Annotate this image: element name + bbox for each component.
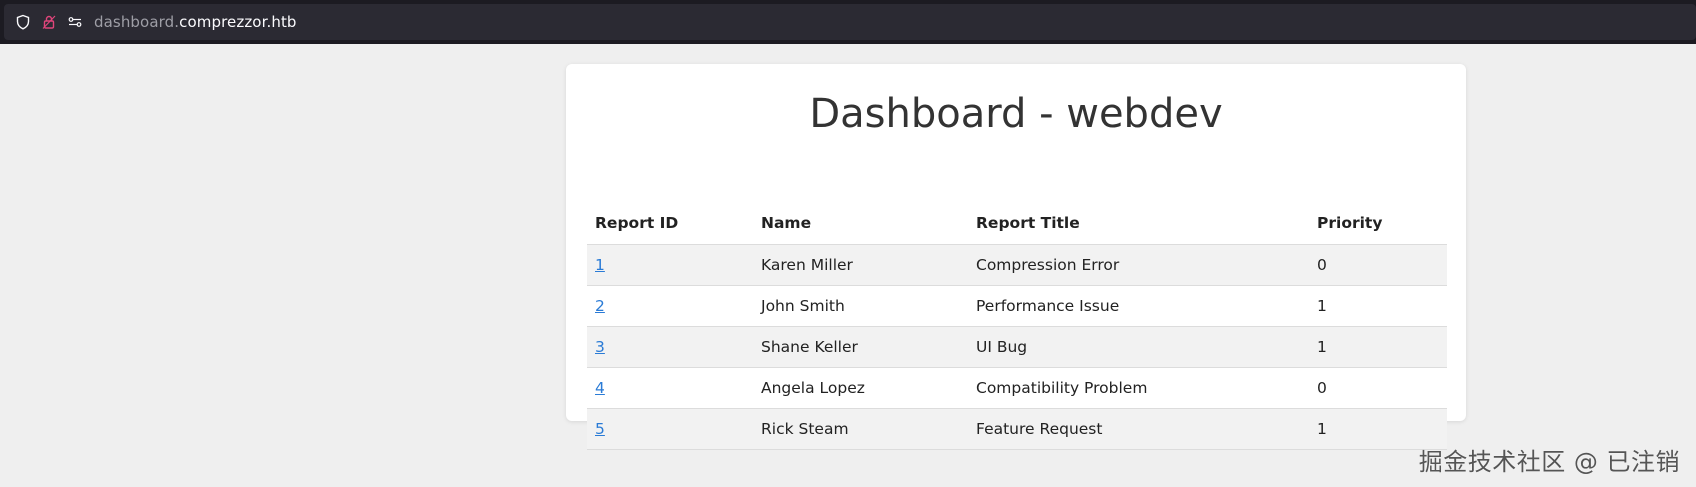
report-id-cell: 5 — [587, 408, 753, 450]
report-title-cell: Performance Issue — [968, 285, 1309, 327]
table-row: 5 Rick Steam Feature Request 1 — [587, 408, 1447, 450]
report-link[interactable]: 3 — [595, 338, 605, 356]
report-title-cell: Compatibility Problem — [968, 367, 1309, 409]
report-title-cell: UI Bug — [968, 326, 1309, 368]
table-header-row: Report ID Name Report Title Priority — [587, 202, 1447, 245]
report-title-cell: Feature Request — [968, 408, 1309, 450]
browser-toolbar: dashboard.comprezzor.htb — [0, 0, 1696, 44]
name-cell: Shane Keller — [753, 326, 968, 368]
url-subdomain: dashboard. — [94, 13, 180, 31]
name-cell: Karen Miller — [753, 244, 968, 286]
report-link[interactable]: 5 — [595, 420, 605, 438]
table-row: 2 John Smith Performance Issue 1 — [587, 285, 1447, 327]
name-cell: Rick Steam — [753, 408, 968, 450]
report-id-cell: 2 — [587, 285, 753, 327]
shield-icon[interactable] — [12, 11, 34, 33]
table-row: 3 Shane Keller UI Bug 1 — [587, 326, 1447, 368]
header-priority: Priority — [1309, 202, 1447, 245]
url-text[interactable]: dashboard.comprezzor.htb — [94, 13, 297, 31]
report-link[interactable]: 4 — [595, 379, 605, 397]
report-title-cell: Compression Error — [968, 244, 1309, 286]
header-report-id: Report ID — [587, 202, 753, 245]
address-bar[interactable]: dashboard.comprezzor.htb — [4, 4, 1696, 40]
permissions-icon[interactable] — [64, 11, 86, 33]
report-id-cell: 1 — [587, 244, 753, 286]
dashboard-card: Dashboard - webdev Report ID Name Report… — [566, 64, 1466, 450]
page-title: Dashboard - webdev — [809, 91, 1223, 137]
reports-table: Report ID Name Report Title Priority 1 K… — [587, 202, 1447, 450]
name-cell: Angela Lopez — [753, 367, 968, 409]
priority-cell: 0 — [1309, 367, 1447, 409]
header-report-title: Report Title — [968, 202, 1309, 245]
watermark: 掘金技术社区 @ 已注销 — [1418, 448, 1680, 476]
header-name: Name — [753, 202, 968, 245]
url-domain: comprezzor.htb — [179, 13, 297, 31]
table-row: 1 Karen Miller Compression Error 0 — [587, 244, 1447, 286]
report-link[interactable]: 2 — [595, 297, 605, 315]
lock-icon[interactable] — [38, 11, 60, 33]
priority-cell: 0 — [1309, 244, 1447, 286]
priority-cell: 1 — [1309, 326, 1447, 368]
report-link[interactable]: 1 — [595, 256, 605, 274]
report-id-cell: 3 — [587, 326, 753, 368]
name-cell: John Smith — [753, 285, 968, 327]
report-id-cell: 4 — [587, 367, 753, 409]
table-row: 4 Angela Lopez Compatibility Problem 0 — [587, 367, 1447, 409]
priority-cell: 1 — [1309, 285, 1447, 327]
